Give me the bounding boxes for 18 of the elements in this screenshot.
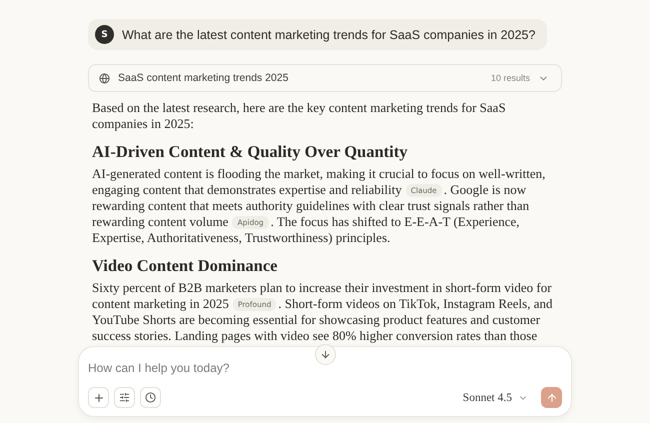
sliders-icon — [119, 392, 130, 403]
arrow-down-icon — [320, 349, 331, 360]
arrow-up-icon — [546, 392, 558, 404]
user-avatar: S — [95, 25, 114, 44]
model-selector[interactable]: Sonnet 4.5 — [462, 392, 528, 404]
plus-icon — [92, 392, 104, 404]
intro-paragraph: Based on the latest research, here are the key content marketing trends for SaaS companies in 2025: — [92, 100, 507, 132]
add-button[interactable] — [88, 387, 109, 408]
history-button[interactable] — [140, 387, 161, 408]
message-input[interactable]: How can I help you today? — [88, 361, 562, 375]
scroll-down-button[interactable] — [315, 344, 336, 365]
section-heading: Video Content Dominance — [92, 256, 278, 276]
user-message-text: What are the latest content marketing trends for SaaS companies in 2025? — [122, 28, 536, 42]
clock-icon — [145, 392, 156, 403]
web-search-card[interactable]: SaaS content marketing trends 2025 10 results — [88, 64, 562, 92]
section-heading: AI-Driven Content & Quality Over Quantity — [92, 142, 408, 162]
globe-icon — [99, 72, 110, 84]
settings-button[interactable] — [114, 387, 135, 408]
